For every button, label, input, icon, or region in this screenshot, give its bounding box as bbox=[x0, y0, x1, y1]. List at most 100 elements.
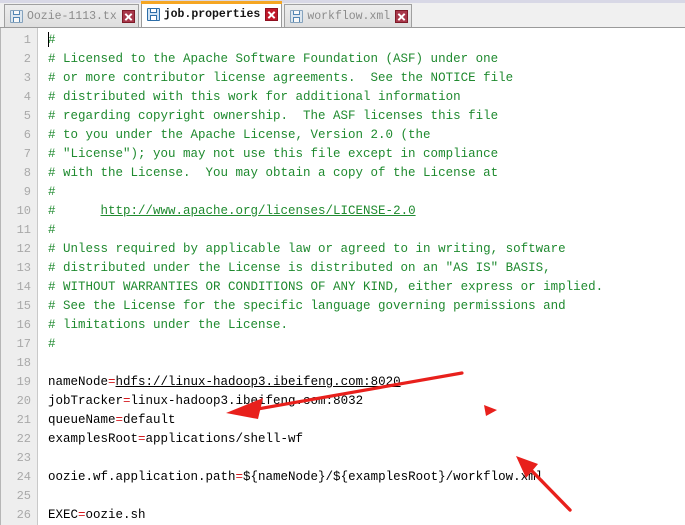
code-line: # bbox=[48, 183, 685, 202]
line-number: 16 bbox=[16, 318, 31, 332]
line-number: 12 bbox=[16, 242, 31, 256]
code-line: EXEC=oozie.sh bbox=[48, 506, 685, 525]
close-icon[interactable] bbox=[265, 8, 279, 21]
code-line: # See the License for the specific langu… bbox=[48, 297, 685, 316]
tab-label: job.properties bbox=[163, 8, 261, 21]
line-number: 19 bbox=[16, 375, 31, 389]
code-line: # bbox=[48, 335, 685, 354]
line-number: 26 bbox=[16, 508, 31, 522]
code-area[interactable]: # # Licensed to the Apache Software Found… bbox=[38, 28, 685, 525]
line-number: 7 bbox=[23, 147, 31, 161]
line-number: 23 bbox=[16, 451, 31, 465]
line-number: 3 bbox=[23, 71, 31, 85]
property-value: linux-hadoop3.ibeifeng.com:8032 bbox=[130, 394, 364, 408]
text-caret bbox=[48, 32, 49, 47]
comment-token: # bbox=[48, 33, 56, 47]
file-save-icon bbox=[290, 9, 304, 23]
tab-bar: Oozie-1113.tx job.properties workflow.xm… bbox=[0, 0, 685, 28]
property-value: default bbox=[123, 413, 176, 427]
assignment-operator: = bbox=[115, 413, 124, 427]
code-line: oozie.wf.application.path=${nameNode}/${… bbox=[48, 468, 685, 487]
file-save-icon bbox=[146, 8, 160, 21]
line-number: 4 bbox=[23, 90, 31, 104]
editor-window: Oozie-1113.tx job.properties workflow.xm… bbox=[0, 0, 685, 525]
comment-token: # or more contributor license agreements… bbox=[48, 71, 514, 85]
property-key: examplesRoot bbox=[48, 432, 139, 446]
line-number: 10 bbox=[16, 204, 31, 218]
code-line: jobTracker=linux-hadoop3.ibeifeng.com:80… bbox=[48, 392, 685, 411]
property-key: EXEC bbox=[48, 508, 79, 522]
code-line: # Licensed to the Apache Software Founda… bbox=[48, 50, 685, 69]
assignment-operator: = bbox=[78, 508, 86, 522]
line-number: 1 bbox=[23, 33, 31, 47]
line-number: 21 bbox=[16, 413, 31, 427]
line-number: 6 bbox=[23, 128, 31, 142]
line-number-gutter: 1 2 3 4 5 6 7 8 9 10 11 12 13 14 15 16 17 18 19 20 21 22 23 24 2… bbox=[1, 28, 38, 525]
code-line: # bbox=[48, 221, 685, 240]
file-save-icon bbox=[10, 9, 23, 23]
code-line: # to you under the Apache License, Versi… bbox=[48, 126, 685, 145]
code-editor[interactable]: 1 2 3 4 5 6 7 8 9 10 11 12 13 14 15 16 17 18 19 20 21 22 23 24 2… bbox=[0, 28, 685, 525]
line-number: 11 bbox=[16, 223, 31, 237]
comment-token: # distributed with this work for additio… bbox=[48, 90, 461, 104]
line-number: 9 bbox=[23, 185, 31, 199]
comment-token: # Unless required by applicable law or a… bbox=[48, 242, 566, 256]
tab-label: workflow.xml bbox=[307, 9, 391, 23]
comment-token: # with the License. You may obtain a cop… bbox=[48, 166, 499, 180]
comment-token: # to you under the Apache License, Versi… bbox=[48, 128, 431, 142]
comment-token: # WITHOUT WARRANTIES OR CONDITIONS OF AN… bbox=[48, 280, 604, 294]
comment-token: # bbox=[48, 185, 56, 199]
line-number: 22 bbox=[16, 432, 31, 446]
comment-token: # regarding copyright ownership. The ASF… bbox=[48, 109, 499, 123]
assignment-operator: = bbox=[235, 470, 244, 484]
assignment-operator: = bbox=[123, 394, 131, 408]
code-line: # Unless required by applicable law or a… bbox=[48, 240, 685, 259]
tab-job-properties[interactable]: job.properties bbox=[140, 1, 283, 27]
line-number: 2 bbox=[23, 52, 31, 66]
property-value: applications/shell-wf bbox=[145, 432, 304, 446]
comment-token: # "License"); you may not use this file … bbox=[48, 147, 499, 161]
line-number: 8 bbox=[23, 166, 31, 180]
close-icon[interactable] bbox=[121, 9, 135, 23]
line-number: 15 bbox=[16, 299, 31, 313]
comment-token: # distributed under the License is distr… bbox=[48, 261, 551, 275]
property-value[interactable]: hdfs://linux-hadoop3.ibeifeng.com:8020 bbox=[116, 375, 401, 389]
comment-token: # bbox=[48, 337, 56, 351]
property-key: oozie.wf.application.path bbox=[48, 470, 236, 484]
comment-token: # bbox=[48, 204, 101, 218]
line-number: 14 bbox=[16, 280, 31, 294]
line-number: 25 bbox=[16, 489, 31, 503]
property-key: nameNode bbox=[48, 375, 109, 389]
property-value: ${nameNode}/${examplesRoot}/workflow.xml bbox=[243, 470, 544, 484]
property-value: oozie.sh bbox=[85, 508, 146, 522]
code-line: # "License"); you may not use this file … bbox=[48, 145, 685, 164]
line-number: 13 bbox=[16, 261, 31, 275]
code-line: # limitations under the License. bbox=[48, 316, 685, 335]
close-icon[interactable] bbox=[395, 9, 409, 23]
comment-token: # limitations under the License. bbox=[48, 318, 289, 332]
line-number: 5 bbox=[23, 109, 31, 123]
property-key: jobTracker bbox=[48, 394, 124, 408]
code-line: # distributed under the License is distr… bbox=[48, 259, 685, 278]
assignment-operator: = bbox=[138, 432, 146, 446]
comment-token: # See the License for the specific langu… bbox=[48, 299, 566, 313]
code-line: # distributed with this work for additio… bbox=[48, 88, 685, 107]
code-line: examplesRoot=applications/shell-wf bbox=[48, 430, 685, 449]
code-line: # regarding copyright ownership. The ASF… bbox=[48, 107, 685, 126]
line-number: 18 bbox=[16, 356, 31, 370]
tab-oozie-1113-txt[interactable]: Oozie-1113.tx bbox=[4, 4, 139, 27]
code-line: # with the License. You may obtain a cop… bbox=[48, 164, 685, 183]
assignment-operator: = bbox=[108, 375, 116, 389]
line-number: 24 bbox=[16, 470, 31, 484]
code-line: # WITHOUT WARRANTIES OR CONDITIONS OF AN… bbox=[48, 278, 685, 297]
code-line: queueName=default bbox=[48, 411, 685, 430]
code-line: # bbox=[48, 31, 685, 50]
line-number: 17 bbox=[16, 337, 31, 351]
license-url-link[interactable]: http://www.apache.org/licenses/LICENSE-2… bbox=[101, 204, 416, 218]
tab-workflow-xml[interactable]: workflow.xml bbox=[284, 4, 413, 27]
comment-token: # Licensed to the Apache Software Founda… bbox=[48, 52, 499, 66]
code-line: nameNode=hdfs://linux-hadoop3.ibeifeng.c… bbox=[48, 373, 685, 392]
